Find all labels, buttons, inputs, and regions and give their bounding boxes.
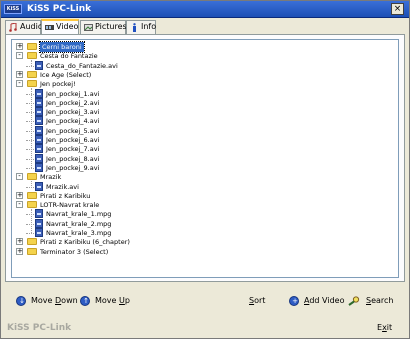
sort-button[interactable]: Sort [249, 293, 269, 309]
tab-label: Video [56, 22, 79, 31]
expand-icon[interactable]: + [16, 70, 23, 78]
tree-connector [26, 167, 34, 169]
video-file-icon [35, 144, 43, 154]
tab-label: Info [141, 22, 157, 31]
video-panel: + Cerni baroni - Cesta do Fantazie Cesta_do_… [5, 34, 405, 282]
music-note-icon [9, 23, 17, 32]
add-video-label: Add Video [304, 296, 345, 305]
close-button[interactable]: × [391, 3, 404, 15]
video-file-icon [35, 88, 43, 98]
action-toolbar: ↓ Move Down ↑ Move Up Sort + Add Video S… [5, 293, 405, 311]
info-icon [133, 23, 136, 32]
video-file-icon [35, 97, 43, 107]
tree-connector [31, 181, 32, 187]
exit-button[interactable]: Exit [377, 323, 392, 332]
tree-connector [26, 65, 34, 67]
tree-item-label[interactable]: Terminator 3 (Select) [40, 247, 108, 257]
video-file-icon [35, 135, 43, 144]
folder-icon [27, 247, 37, 255]
pictures-icon [84, 24, 93, 31]
search-icon [348, 296, 360, 306]
collapse-icon[interactable]: - [16, 52, 23, 60]
tab-audio[interactable]: Audio [5, 20, 43, 34]
collapse-icon[interactable]: - [16, 80, 23, 88]
folder-icon [27, 80, 37, 88]
tab-pictures[interactable]: Pictures [80, 20, 127, 34]
video-file-icon [35, 181, 43, 191]
folder-icon [27, 238, 37, 246]
tree-connector [26, 149, 34, 151]
tree-connector [31, 209, 32, 233]
video-file-icon [35, 107, 43, 117]
expand-icon[interactable]: + [16, 247, 23, 255]
move-down-button[interactable]: ↓ Move Down [16, 293, 78, 309]
folder-icon [27, 191, 37, 199]
folder-icon [27, 173, 37, 181]
tree-connector [26, 112, 34, 114]
video-file-icon [35, 162, 43, 172]
video-file-icon [35, 228, 43, 237]
move-up-button[interactable]: ↑ Move Up [80, 293, 130, 309]
tree-connector [31, 60, 32, 66]
arrow-up-icon: ↑ [80, 296, 90, 306]
video-file-icon [35, 116, 43, 126]
tree-connector [26, 233, 34, 234]
film-icon [45, 25, 54, 30]
tree-connector [26, 186, 34, 188]
tree-connector [26, 93, 34, 95]
tree-connector [26, 130, 34, 132]
expand-icon[interactable]: + [16, 238, 23, 246]
expand-icon[interactable]: + [16, 191, 23, 199]
folder-icon [27, 70, 37, 78]
app-logo-icon: KiSS [4, 4, 22, 14]
window-title: KiSS PC-Link [27, 4, 92, 14]
arrow-down-icon: ↓ [16, 296, 26, 306]
tab-info[interactable]: Info [126, 20, 156, 34]
video-file-icon [35, 153, 43, 163]
folder-icon [27, 43, 37, 50]
expand-icon[interactable]: + [16, 43, 23, 50]
brand-watermark: KiSS PC-Link [7, 323, 72, 333]
plus-icon: + [289, 296, 299, 306]
video-file-icon [35, 218, 43, 228]
search-label: Search [366, 296, 394, 305]
video-file-icon [35, 209, 43, 219]
tree-connector [26, 102, 34, 104]
tree-connector [31, 88, 32, 168]
tree-connector [26, 223, 34, 225]
folder-icon [27, 201, 37, 209]
tree-connector [26, 140, 34, 141]
add-video-button[interactable]: + Add Video [289, 293, 345, 309]
move-up-label: Move Up [95, 296, 130, 305]
folder-icon [27, 52, 37, 60]
tab-video[interactable]: Video [41, 19, 79, 34]
tab-label: Audio [20, 22, 43, 31]
video-file-icon [35, 125, 43, 135]
search-button[interactable]: Search [348, 293, 393, 309]
sort-label: Sort [249, 296, 266, 305]
tree-connector [26, 214, 34, 216]
tab-label: Pictures [95, 22, 127, 31]
main-window: KiSS KiSS PC-Link × Audio Video Pictures… [0, 0, 410, 339]
video-tree[interactable]: + Cerni baroni - Cesta do Fantazie Cesta_do_… [11, 39, 399, 278]
video-file-icon [35, 60, 43, 70]
title-bar[interactable]: KiSS KiSS PC-Link × [1, 1, 409, 18]
move-down-label: Move Down [31, 296, 78, 305]
tree-folder-row[interactable]: + Terminator 3 (Select) [12, 247, 398, 257]
tree-connector [26, 158, 34, 160]
collapse-icon[interactable]: - [16, 201, 23, 209]
collapse-icon[interactable]: - [16, 173, 23, 181]
tree-connector [26, 121, 34, 123]
